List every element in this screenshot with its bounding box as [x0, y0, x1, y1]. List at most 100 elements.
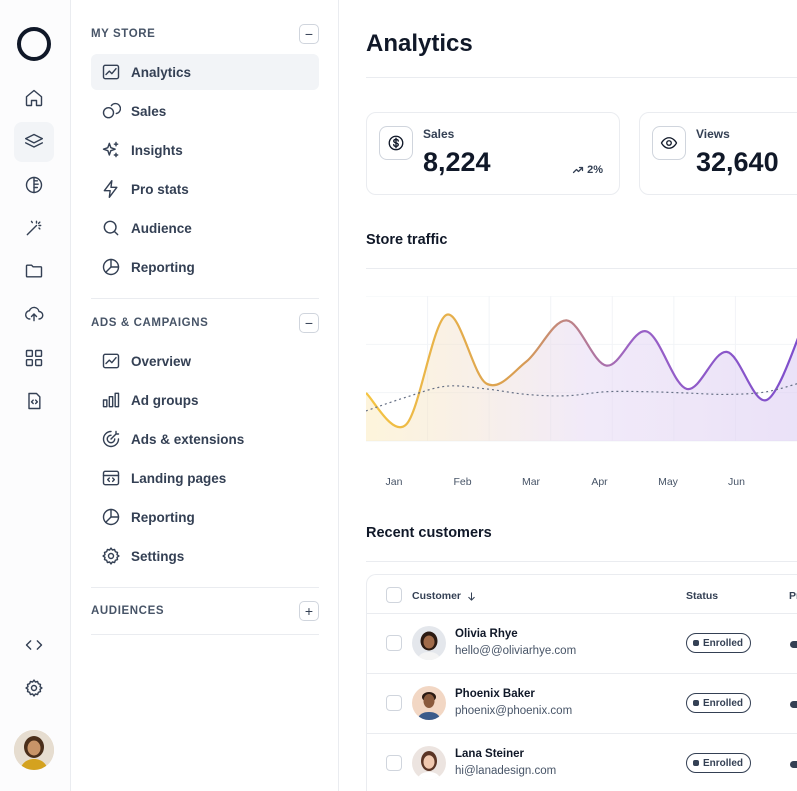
divider [367, 673, 797, 674]
divider [366, 268, 797, 269]
status-badge: Enrolled [686, 693, 752, 713]
progress-bar [790, 761, 797, 768]
column-header-status[interactable]: Status [686, 590, 718, 602]
settings-icon[interactable] [14, 668, 54, 708]
section-title: MY STORE [91, 28, 156, 40]
page-title: Analytics [366, 30, 473, 57]
magic-wand-icon[interactable] [14, 208, 54, 248]
sidebar-item-ad-groups[interactable]: Ad groups [91, 382, 319, 418]
layers-icon[interactable] [14, 122, 54, 162]
sidebar-item-settings[interactable]: Settings [91, 538, 319, 574]
sidebar-item-label: Reporting [131, 509, 195, 525]
sidebar-item-label: Analytics [131, 64, 192, 80]
sidebar-item-overview[interactable]: Overview [91, 343, 319, 379]
x-tick-label: Feb [453, 476, 472, 488]
expand-button[interactable]: + [299, 601, 319, 621]
x-tick-label: Jan [385, 476, 403, 488]
sidebar-item-label: Landing pages [131, 470, 227, 486]
status-dot [693, 640, 699, 646]
sidebar-item-ads-extensions[interactable]: Ads & extensions [91, 421, 319, 457]
eye-icon [652, 126, 686, 160]
sidebar-item-label: Overview [131, 353, 192, 369]
sidebar-item-label: Sales [131, 103, 167, 119]
sidebar-item-label: Ads & extensions [131, 431, 245, 447]
main-content: Analytics Sales 8,224 2% Views 32,640 St… [339, 0, 797, 791]
ads-header: ADS & CAMPAIGNS − [91, 313, 319, 333]
select-all-checkbox[interactable] [386, 587, 402, 603]
stat-card-views: Views 32,640 [639, 112, 797, 195]
audiences-header: AUDIENCES + [91, 601, 319, 621]
customer-name: Phoenix Baker [455, 688, 535, 700]
column-header-extra[interactable]: Pr [789, 590, 797, 602]
status-label: Enrolled [703, 637, 744, 649]
sidebar-item-landing-pages[interactable]: Landing pages [91, 460, 319, 496]
status-dot [693, 760, 699, 766]
trend-up-icon [572, 166, 584, 174]
store-traffic-title: Store traffic [366, 232, 448, 248]
home-icon[interactable] [14, 78, 54, 118]
grid-icon[interactable] [14, 338, 54, 378]
divider [366, 561, 797, 562]
stat-value: 8,224 [423, 147, 491, 177]
sidebar-item-label: Reporting [131, 259, 195, 275]
sidebar-item-label: Settings [131, 548, 185, 564]
sidebar-item-analytics[interactable]: Analytics [91, 54, 319, 90]
customer-avatar [412, 746, 446, 780]
my-store-header: MY STORE − [91, 24, 319, 44]
sidebar-item-sales[interactable]: Sales [91, 93, 319, 129]
x-tick-label: May [658, 476, 678, 488]
collapse-button[interactable]: − [299, 24, 319, 44]
status-dot [693, 700, 699, 706]
lightning-icon [103, 179, 118, 199]
customer-avatar [412, 626, 446, 660]
customer-email: hello@@oliviarhye.com [455, 645, 577, 657]
customer-name: Lana Steiner [455, 748, 525, 760]
x-tick-label: Apr [591, 476, 608, 488]
customer-avatar [412, 686, 446, 720]
sidebar-item-reporting[interactable]: Reporting [91, 499, 319, 535]
contrast-icon[interactable] [14, 165, 54, 205]
customer-name: Olivia Rhye [455, 628, 518, 640]
file-code-icon[interactable] [14, 381, 54, 421]
divider [91, 587, 319, 588]
customer-email: hi@lanadesign.com [455, 765, 557, 777]
sidebar-item-insights[interactable]: Insights [91, 132, 319, 168]
search-icon [103, 220, 119, 236]
status-badge: Enrolled [686, 753, 752, 773]
bar-chart-icon [102, 392, 120, 408]
collapse-button[interactable]: − [299, 313, 319, 333]
row-checkbox[interactable] [386, 635, 402, 651]
logo-icon[interactable] [17, 27, 51, 61]
user-avatar[interactable] [14, 730, 54, 770]
sparkles-icon [102, 141, 119, 158]
column-header-customer[interactable]: Customer [412, 590, 477, 602]
stat-label: Views [696, 127, 730, 141]
sidebar-item-label: Pro stats [131, 181, 189, 197]
trend-badge: 2% [572, 164, 603, 176]
status-label: Enrolled [703, 697, 744, 709]
divider [366, 77, 797, 78]
row-checkbox[interactable] [386, 755, 402, 771]
progress-bar [790, 701, 797, 708]
sidebar-item-reporting[interactable]: Reporting [91, 249, 319, 285]
arrow-down-icon [468, 591, 475, 601]
chart-icon [102, 353, 120, 369]
sidebar-item-audience[interactable]: Audience [91, 210, 319, 246]
coins-icon [102, 102, 121, 119]
sidebar: MY STORE − Analytics Sales Insights Pro … [71, 0, 339, 791]
sidebar-item-label: Audience [131, 220, 192, 236]
gear-icon [102, 547, 120, 565]
upload-cloud-icon[interactable] [14, 294, 54, 334]
recent-customers-title: Recent customers [366, 525, 492, 541]
section-title: AUDIENCES [91, 605, 165, 617]
code-icon[interactable] [14, 625, 54, 665]
sidebar-item-pro-stats[interactable]: Pro stats [91, 171, 319, 207]
sidebar-item-label: Insights [131, 142, 183, 158]
chart-icon [102, 64, 120, 80]
stat-card-sales: Sales 8,224 2% [366, 112, 620, 195]
progress-bar [790, 641, 797, 648]
x-tick-label: Jun [728, 476, 745, 488]
folder-icon[interactable] [14, 251, 54, 291]
sidebar-item-label: Ad groups [131, 392, 199, 408]
row-checkbox[interactable] [386, 695, 402, 711]
